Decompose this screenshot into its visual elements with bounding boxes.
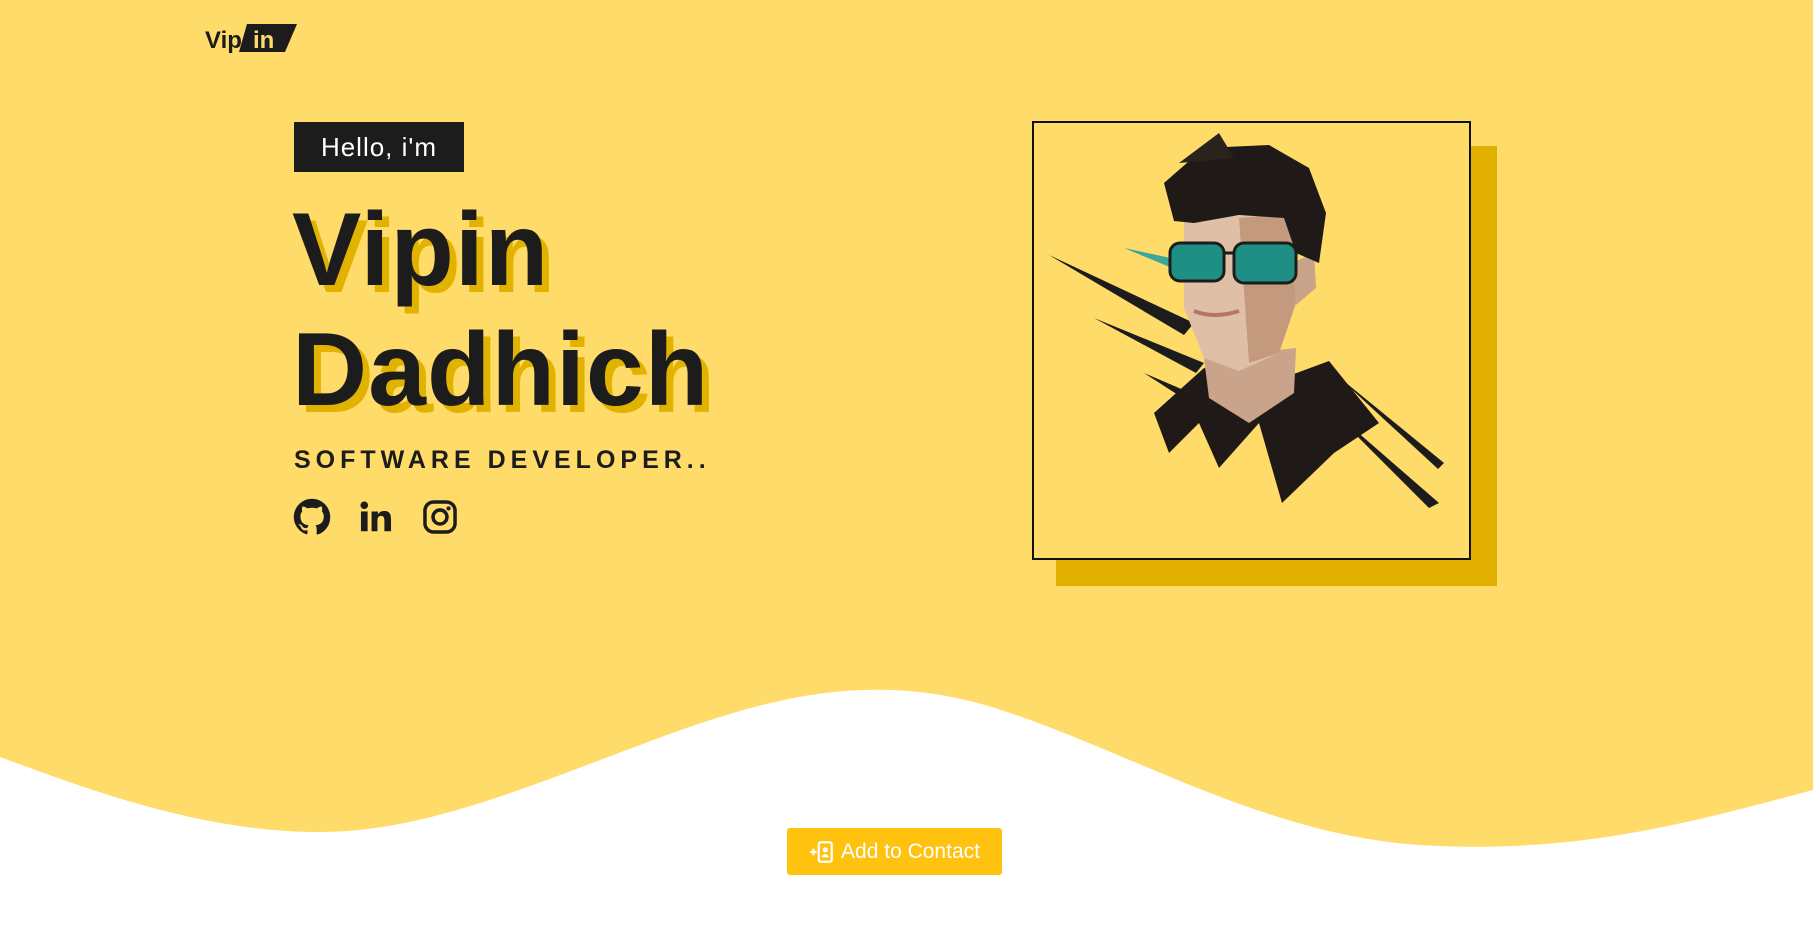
add-to-contact-label: Add to Contact (841, 839, 980, 863)
logo-text-left: Vip (205, 27, 242, 54)
greeting-badge: Hello, i'm (294, 122, 464, 172)
social-links (293, 498, 459, 536)
instagram-icon[interactable] (421, 498, 459, 536)
profile-portrait (1032, 121, 1471, 560)
hero-last-name: Dadhich (292, 312, 710, 428)
hero-wave (0, 0, 1813, 847)
brand-logo[interactable]: Vip in (205, 20, 301, 56)
hero-role: SOFTWARE DEVELOPER.. (294, 446, 711, 474)
hero-first-name: Vipin (292, 192, 550, 308)
hero-background (0, 0, 1813, 847)
github-icon[interactable] (293, 498, 331, 536)
add-contact-icon (810, 840, 833, 863)
logo-text-right: in (253, 27, 274, 54)
linkedin-icon[interactable] (357, 498, 395, 536)
add-to-contact-button[interactable]: Add to Contact (787, 828, 1002, 875)
